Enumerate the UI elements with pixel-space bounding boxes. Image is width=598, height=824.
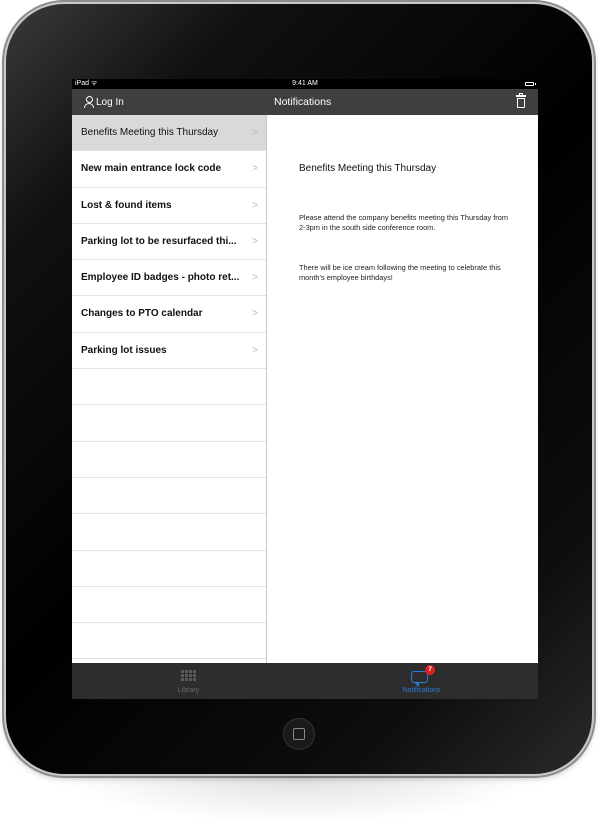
chevron-right-icon: >: [252, 344, 258, 356]
grid-icon: [181, 670, 196, 682]
empty-row: [72, 514, 266, 551]
list-item-title: Lost & found items: [81, 199, 172, 211]
list-item[interactable]: Benefits Meeting this Thursday >: [72, 115, 266, 152]
login-button[interactable]: Log In: [84, 89, 124, 115]
tab-notifications[interactable]: 7 Notifications: [305, 663, 538, 699]
home-button[interactable]: [283, 718, 315, 750]
nav-title: Notifications: [274, 96, 332, 108]
list-item-title: Benefits Meeting this Thursday: [81, 127, 219, 138]
list-item[interactable]: Parking lot to be resurfaced thi... >: [72, 224, 266, 261]
chevron-right-icon: >: [252, 272, 258, 284]
navigation-bar: Log In Notifications: [72, 89, 538, 115]
empty-row: [72, 369, 266, 406]
empty-row: [72, 623, 266, 660]
device-reflection: [60, 776, 538, 824]
list-item-title: Employee ID badges - photo ret...: [81, 272, 240, 284]
person-icon: [84, 96, 94, 108]
tab-label: Notifications: [402, 687, 441, 694]
list-item[interactable]: Employee ID badges - photo ret... >: [72, 260, 266, 297]
notification-list: Benefits Meeting this Thursday > New mai…: [72, 115, 267, 663]
trash-icon[interactable]: [516, 93, 526, 108]
detail-paragraph: Please attend the company benefits meeti…: [299, 213, 508, 232]
chevron-right-icon: >: [252, 235, 258, 247]
status-time: 9:41 AM: [292, 80, 318, 87]
list-item-title: New main entrance lock code: [81, 163, 222, 175]
tab-bar: Library 7 Notifications: [72, 663, 538, 699]
chevron-right-icon: >: [252, 199, 258, 211]
status-bar: iPad ᯤ 9:41 AM: [72, 79, 538, 89]
login-label: Log In: [96, 96, 124, 108]
notification-detail: Benefits Meeting this Thursday Please at…: [267, 115, 538, 663]
list-item-title: Parking lot issues: [81, 344, 167, 356]
list-item-title: Changes to PTO calendar: [81, 308, 203, 320]
chevron-right-icon: >: [252, 163, 258, 175]
chevron-right-icon: >: [252, 308, 258, 320]
detail-title: Benefits Meeting this Thursday: [299, 163, 437, 174]
list-item[interactable]: Changes to PTO calendar >: [72, 296, 266, 333]
empty-row: [72, 587, 266, 624]
empty-row: [72, 442, 266, 478]
list-item[interactable]: New main entrance lock code >: [72, 151, 266, 188]
empty-row: [72, 478, 266, 515]
empty-row: [72, 405, 266, 442]
notification-badge: 7: [425, 665, 435, 675]
list-item-title: Parking lot to be resurfaced thi...: [81, 235, 237, 247]
empty-row: [72, 551, 266, 587]
tab-label: Library: [177, 687, 200, 694]
ipad-screen: iPad ᯤ 9:41 AM Log In Notifications Bene…: [72, 79, 538, 699]
tab-library[interactable]: Library: [72, 663, 305, 699]
detail-paragraph: There will be ice cream following the me…: [299, 263, 501, 282]
battery-icon: [525, 82, 536, 86]
list-item[interactable]: Lost & found items >: [72, 188, 266, 224]
list-item[interactable]: Parking lot issues >: [72, 333, 266, 370]
chevron-right-icon: >: [252, 127, 258, 138]
